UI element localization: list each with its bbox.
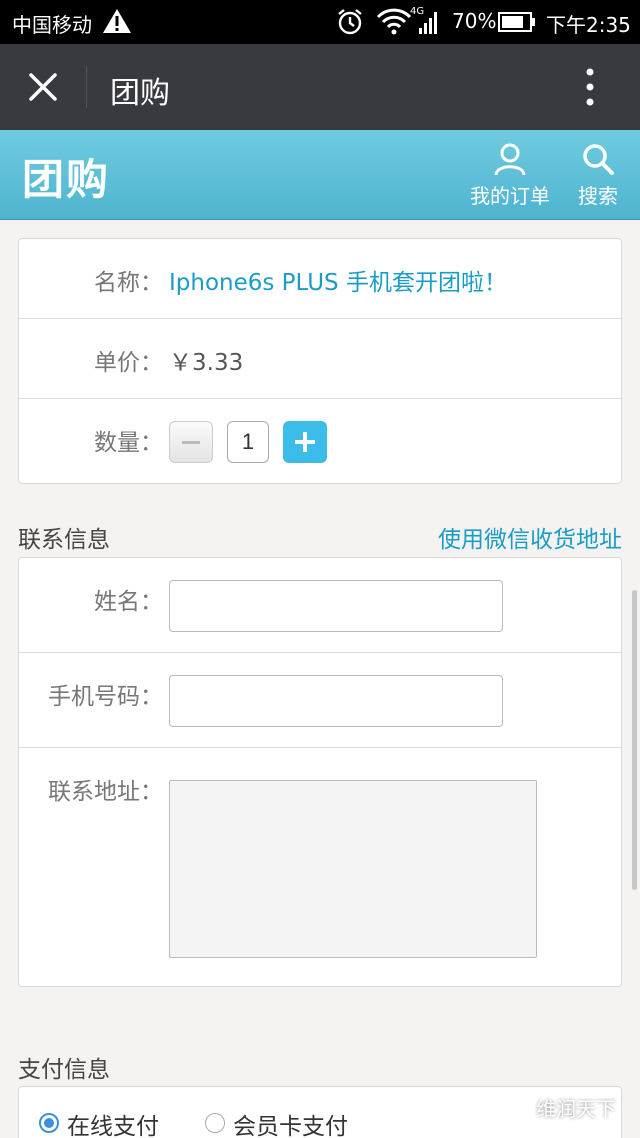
name-label: 姓名： [94,589,163,615]
product-card: 名称： Iphone6s PLUS 手机套开团啦！ 单价： ￥3.33 数量： … [18,238,622,484]
quantity-row: 数量： 1 [19,399,621,479]
payment-section-title: 支付信息 [18,1057,110,1083]
phone-field[interactable] [169,675,503,727]
carrier-name: 中国移动 [12,13,92,37]
product-price-value: ￥3.33 [169,350,244,376]
watermark-text: 维润天下 [536,1097,616,1121]
name-field[interactable] [169,580,503,632]
wechat-watermark-icon [499,1099,526,1117]
my-orders-button[interactable]: 我的订单 [466,142,554,209]
status-bar: 中国移动 4G 70% 下午2:35 [0,0,640,44]
search-icon [583,144,614,175]
contact-card: 姓名： 手机号码： 联系地址： [18,557,622,987]
title-bar: 团购 [0,44,640,130]
product-price-row: 单价： ￥3.33 [19,319,621,399]
name-row: 姓名： [19,558,621,653]
scrollbar[interactable] [632,590,637,890]
page-header: 团购 我的订单 搜索 [0,130,640,220]
clock: 下午2:35 [546,13,631,37]
payment-card: 在线支付 会员卡支付 [18,1086,622,1138]
product-name-value: Iphone6s PLUS 手机套开团啦！ [169,270,507,296]
member-card-payment-label[interactable]: 会员卡支付 [233,1107,348,1138]
battery-icon [498,12,535,32]
phone-label: 手机号码： [48,684,163,710]
member-card-payment-radio[interactable] [205,1113,225,1133]
product-name-row: 名称： Iphone6s PLUS 手机套开团啦！ [19,239,621,319]
alarm-icon [338,9,362,35]
search-button[interactable]: 搜索 [572,142,624,209]
contact-section-title: 联系信息 [18,527,110,553]
quantity-label: 数量： [94,430,163,456]
search-label: 搜索 [578,184,618,208]
user-icon [494,143,526,176]
use-wechat-address-link[interactable]: 使用微信收货地址 [438,520,622,554]
more-icon[interactable] [574,66,606,108]
wifi-icon [376,8,412,35]
my-orders-label: 我的订单 [470,184,550,208]
quantity-decrease-button[interactable] [169,421,213,463]
product-name-label: 名称： [94,270,163,296]
page-title: 团购 [110,76,170,111]
product-price-label: 单价： [94,350,163,376]
phone-row: 手机号码： [19,653,621,748]
address-label: 联系地址： [48,779,163,805]
quantity-increase-button[interactable] [283,421,327,463]
battery-percent: 70% [452,9,497,33]
online-payment-radio[interactable] [39,1113,59,1133]
online-payment-label[interactable]: 在线支付 [67,1107,159,1138]
warning-icon [103,9,131,33]
close-icon[interactable] [22,66,64,108]
brand-title: 团购 [22,155,111,204]
address-textarea[interactable] [169,780,537,958]
title-divider [86,66,87,108]
signal-icon [419,12,437,34]
address-row: 联系地址： [19,748,621,986]
quantity-input[interactable]: 1 [227,421,269,463]
